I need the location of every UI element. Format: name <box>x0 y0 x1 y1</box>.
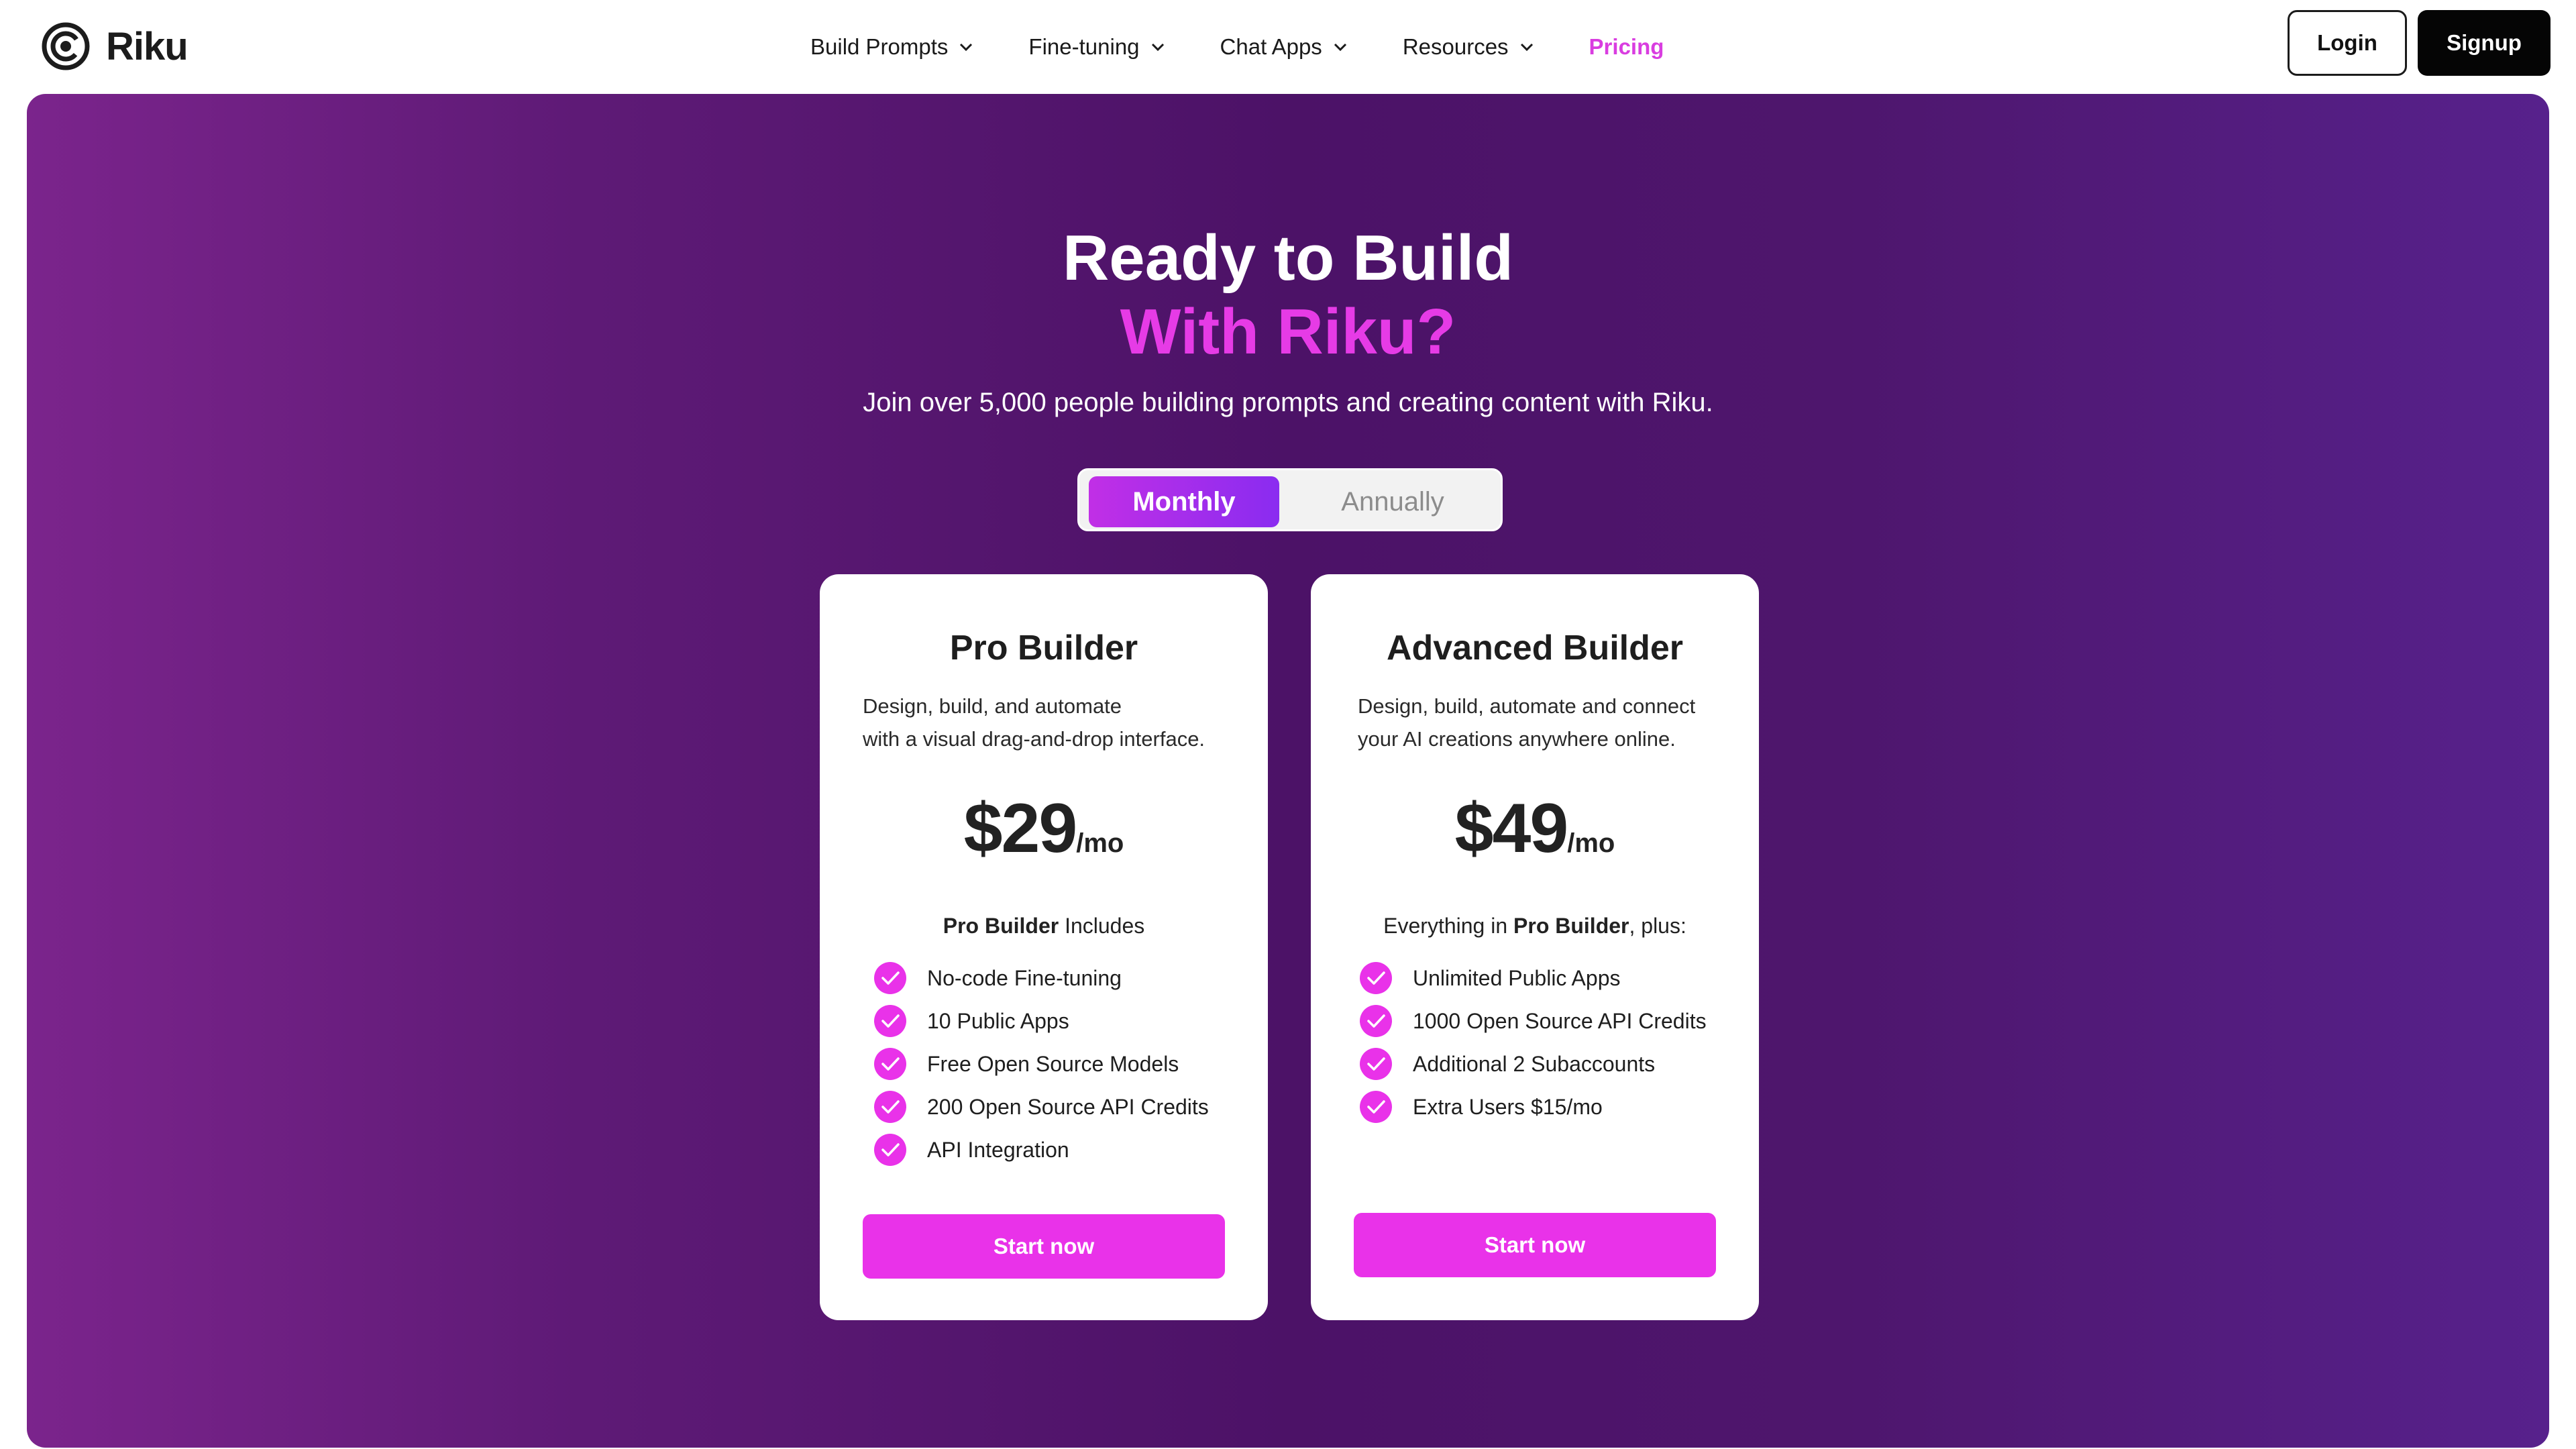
chevron-down-icon <box>960 43 973 52</box>
feature-item: 10 Public Apps <box>873 1000 1209 1042</box>
check-circle-icon <box>874 1005 906 1037</box>
plan-price: $29/mo <box>820 789 1268 869</box>
plan-description: Design, build, and automate with a visua… <box>863 690 1238 755</box>
plan-includes-heading: Pro Builder Includes <box>820 914 1268 938</box>
feature-label: Additional 2 Subaccounts <box>1413 1051 1656 1076</box>
feature-list: Unlimited Public Apps 1000 Open Source A… <box>1359 957 1707 1128</box>
feature-item: Unlimited Public Apps <box>1359 957 1707 1000</box>
plan-description-line: Design, build, and automate <box>863 694 1122 718</box>
price-period: /mo <box>1567 828 1615 858</box>
plan-price: $49/mo <box>1311 789 1759 869</box>
includes-bold: Pro Builder <box>943 914 1059 938</box>
feature-item: Free Open Source Models <box>873 1042 1209 1085</box>
check-circle-icon <box>874 962 906 994</box>
nav-item-label: Build Prompts <box>810 34 949 59</box>
check-circle-icon <box>1360 1005 1392 1037</box>
feature-label: No-code Fine-tuning <box>927 965 1122 990</box>
nav-item-fine-tuning[interactable]: Fine-tuning <box>1028 34 1166 60</box>
billing-toggle: Monthly Annually <box>1077 468 1503 531</box>
plan-title: Advanced Builder <box>1386 629 1684 667</box>
riku-logo-icon <box>42 22 90 70</box>
nav-item-chat-apps[interactable]: Chat Apps <box>1220 34 1349 60</box>
toggle-annually[interactable]: Annually <box>1294 476 1491 527</box>
price-amount: $49 <box>1454 790 1569 867</box>
chevron-down-icon <box>1520 43 1533 52</box>
brand-name: Riku <box>106 24 189 68</box>
feature-label: 1000 Open Source API Credits <box>1413 1008 1707 1033</box>
feature-list: No-code Fine-tuning 10 Public Apps Free … <box>873 957 1209 1171</box>
feature-label: 10 Public Apps <box>927 1008 1069 1033</box>
feature-label: API Integration <box>927 1137 1069 1162</box>
check-circle-icon <box>1360 1091 1392 1123</box>
feature-label: Extra Users $15/mo <box>1413 1094 1603 1119</box>
hero-title-line1: Ready to Build <box>1062 222 1514 294</box>
hero-title: Ready to Build With Riku? <box>27 221 2549 369</box>
nav-item-resources[interactable]: Resources <box>1403 34 1536 60</box>
feature-label: Unlimited Public Apps <box>1413 965 1621 990</box>
signup-button[interactable]: Signup <box>2418 10 2551 76</box>
feature-label: Free Open Source Models <box>927 1051 1179 1076</box>
feature-item: Additional 2 Subaccounts <box>1359 1042 1707 1085</box>
nav-item-label: Fine-tuning <box>1028 34 1140 59</box>
check-circle-icon <box>874 1091 906 1123</box>
nav-item-label: Pricing <box>1589 34 1664 59</box>
plan-card-advanced-builder: Advanced Builder Design, build, automate… <box>1311 574 1759 1320</box>
plan-title: Pro Builder <box>949 629 1138 667</box>
start-now-button[interactable]: Start now <box>1354 1213 1716 1277</box>
check-circle-icon <box>1360 962 1392 994</box>
toggle-monthly[interactable]: Monthly <box>1089 476 1279 527</box>
start-now-button[interactable]: Start now <box>863 1214 1225 1279</box>
check-circle-icon <box>1360 1048 1392 1080</box>
feature-item: Extra Users $15/mo <box>1359 1085 1707 1128</box>
nav-item-build-prompts[interactable]: Build Prompts <box>810 34 975 60</box>
price-period: /mo <box>1076 828 1124 858</box>
check-circle-icon <box>874 1134 906 1166</box>
nav-item-pricing[interactable]: Pricing <box>1589 34 1664 60</box>
feature-item: API Integration <box>873 1128 1209 1171</box>
nav-item-label: Chat Apps <box>1220 34 1322 59</box>
feature-item: No-code Fine-tuning <box>873 957 1209 1000</box>
feature-label: 200 Open Source API Credits <box>927 1094 1209 1119</box>
login-button[interactable]: Login <box>2288 10 2407 76</box>
includes-suffix: , plus: <box>1629 914 1686 938</box>
plan-description-line: your AI creations anywhere online. <box>1358 727 1676 751</box>
brand-logo[interactable]: Riku <box>39 16 189 76</box>
includes-bold: Pro Builder <box>1513 914 1629 938</box>
price-amount: $29 <box>963 790 1078 867</box>
check-circle-icon <box>874 1048 906 1080</box>
feature-item: 200 Open Source API Credits <box>873 1085 1209 1128</box>
plan-description: Design, build, automate and connect your… <box>1358 690 1733 755</box>
plan-description-line: Design, build, automate and connect <box>1358 694 1696 718</box>
top-navbar: Riku Build Prompts Fine-tuning Chat Apps… <box>0 0 2576 94</box>
pricing-hero: Ready to Build With Riku? Join over 5,00… <box>27 94 2549 1448</box>
nav-item-label: Resources <box>1402 34 1509 59</box>
plan-includes-heading: Everything in Pro Builder, plus: <box>1311 914 1759 938</box>
includes-suffix: Includes <box>1059 914 1145 938</box>
hero-subtitle: Join over 5,000 people building prompts … <box>863 388 1713 417</box>
plan-card-pro-builder: Pro Builder Design, build, and automate … <box>820 574 1268 1320</box>
chevron-down-icon <box>1151 43 1164 52</box>
main-menu: Build Prompts Fine-tuning Chat Apps Reso… <box>810 24 1664 70</box>
hero-title-line2: With Riku? <box>1120 296 1456 368</box>
feature-item: 1000 Open Source API Credits <box>1359 1000 1707 1042</box>
plan-description-line: with a visual drag-and-drop interface. <box>863 727 1205 751</box>
includes-prefix: Everything in <box>1383 914 1514 938</box>
chevron-down-icon <box>1334 43 1346 52</box>
